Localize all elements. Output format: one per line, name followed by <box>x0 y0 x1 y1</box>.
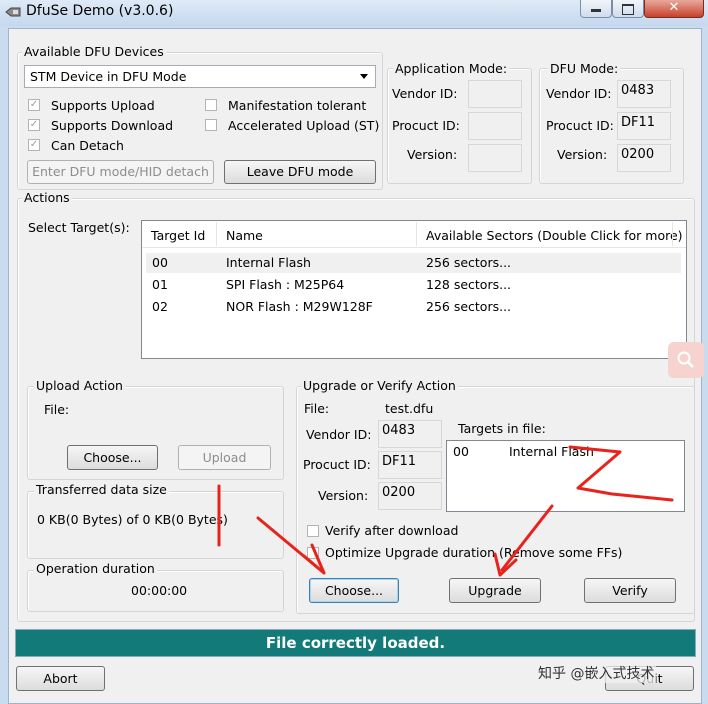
dfu-mode-label: DFU Mode: <box>548 61 621 76</box>
target-sectors-cell: 128 sectors... <box>426 277 512 292</box>
target-id-cell: 01 <box>152 277 168 292</box>
window-title: DfuSe Demo (v3.0.6) <box>26 3 174 19</box>
abort-button[interactable]: Abort <box>16 666 105 691</box>
enter-dfu-mode-button[interactable]: Enter DFU mode/HID detach <box>27 160 214 184</box>
upgrade-action-label: Upgrade or Verify Action <box>301 378 458 393</box>
upgrade-file-name: test.dfu <box>385 401 434 416</box>
supports-download-label: Supports Download <box>51 118 174 133</box>
dfu-product-id-label: Procuct ID: <box>546 118 614 133</box>
app-version-field <box>468 144 522 172</box>
optimize-upgrade-checkbox[interactable] <box>307 547 319 559</box>
maximize-button[interactable] <box>612 0 644 18</box>
duration-group-label: Operation duration <box>34 561 157 576</box>
targets-in-file-label: Targets in file: <box>456 421 548 436</box>
file-target-name: Internal Flash <box>509 444 594 459</box>
application-mode-label: Application Mode: <box>393 61 510 76</box>
dfu-version-label: Version: <box>557 147 608 162</box>
magnifier-button[interactable] <box>668 342 704 378</box>
device-select-value: STM Device in DFU Mode <box>30 69 187 84</box>
can-detach-label: Can Detach <box>51 138 124 153</box>
file-target-id: 00 <box>453 444 469 459</box>
dfu-devices-group-label: Available DFU Devices <box>22 44 166 59</box>
target-id-cell: 02 <box>152 299 168 314</box>
chevron-down-icon <box>360 74 368 79</box>
target-sectors-cell: 256 sectors... <box>426 255 512 270</box>
upload-file-label: File: <box>44 402 70 417</box>
app-product-id-field <box>468 112 522 140</box>
minimize-icon <box>591 9 601 12</box>
device-select[interactable]: STM Device in DFU Mode <box>24 65 376 88</box>
verify-after-download-checkbox[interactable] <box>307 525 319 537</box>
table-row[interactable]: 01 SPI Flash : M25P64 128 sectors... <box>146 275 681 295</box>
manifestation-tolerant-checkbox[interactable] <box>205 99 217 111</box>
usb-plug-icon <box>5 7 21 17</box>
verify-after-download-label: Verify after download <box>325 523 459 538</box>
close-icon: ✕ <box>668 0 680 15</box>
upgrade-product-id-field: DF11 <box>378 451 442 479</box>
upgrade-version-field: 0200 <box>378 482 442 510</box>
target-list[interactable]: Target Id Name Available Sectors (Double… <box>141 220 687 359</box>
column-name[interactable]: Name <box>226 228 263 243</box>
list-item[interactable]: 00 Internal Flash <box>450 443 680 461</box>
upgrade-button[interactable]: Upgrade <box>449 578 541 603</box>
verify-button[interactable]: Verify <box>584 578 676 603</box>
upload-button[interactable]: Upload <box>178 445 271 470</box>
dfu-product-id-field: DF11 <box>617 112 671 140</box>
upgrade-vendor-id-field: 0483 <box>378 420 442 448</box>
target-list-header: Target Id Name Available Sectors (Double… <box>142 221 686 248</box>
supports-upload-checkbox[interactable]: ✓ <box>28 99 40 111</box>
watermark: 知乎 @嵌入式技术 <box>536 663 657 683</box>
manifestation-tolerant-label: Manifestation tolerant <box>228 98 367 113</box>
target-sectors-cell: 256 sectors... <box>426 299 512 314</box>
upload-action-label: Upload Action <box>34 378 125 393</box>
accelerated-upload-checkbox[interactable] <box>205 119 217 131</box>
app-vendor-id-label: Vendor ID: <box>392 86 458 101</box>
target-name-cell: NOR Flash : M29W128F <box>226 299 373 314</box>
column-separator <box>672 222 673 246</box>
upgrade-version-label: Version: <box>318 488 369 503</box>
column-available-sectors[interactable]: Available Sectors (Double Click for more… <box>426 228 683 243</box>
optimize-upgrade-label: Optimize Upgrade duration (Remove some F… <box>325 545 623 560</box>
upgrade-product-id-label: Procuct ID: <box>303 457 371 472</box>
column-separator <box>416 222 417 246</box>
magnifier-icon <box>677 351 694 368</box>
app-version-label: Version: <box>407 147 458 162</box>
maximize-icon <box>622 4 634 15</box>
supports-upload-label: Supports Upload <box>51 98 155 113</box>
app-product-id-label: Procuct ID: <box>392 118 460 133</box>
table-row[interactable]: 00 Internal Flash 256 sectors... <box>146 253 681 273</box>
transfer-value: 0 KB(0 Bytes) of 0 KB(0 Bytes) <box>37 512 228 527</box>
select-target-label: Select Target(s): <box>28 220 130 235</box>
supports-download-checkbox[interactable]: ✓ <box>28 119 40 131</box>
upload-choose-button[interactable]: Choose... <box>67 445 158 470</box>
leave-dfu-mode-button[interactable]: Leave DFU mode <box>224 160 376 184</box>
accelerated-upload-label: Accelerated Upload (ST) <box>228 118 380 133</box>
upgrade-file-label: File: <box>304 401 330 416</box>
minimize-button[interactable] <box>580 0 612 18</box>
table-row[interactable]: 02 NOR Flash : M29W128F 256 sectors... <box>146 297 681 317</box>
dfu-version-field: 0200 <box>617 144 671 172</box>
target-name-cell: Internal Flash <box>226 255 311 270</box>
dfu-vendor-id-field: 0483 <box>617 80 671 108</box>
target-id-cell: 00 <box>152 255 168 270</box>
duration-value: 00:00:00 <box>131 583 188 598</box>
status-message: File correctly loaded. <box>15 629 696 657</box>
dfu-vendor-id-label: Vendor ID: <box>546 86 612 101</box>
can-detach-checkbox[interactable]: ✓ <box>28 139 40 151</box>
close-button[interactable]: ✕ <box>644 0 704 18</box>
targets-in-file-list[interactable]: 00 Internal Flash <box>446 440 685 512</box>
upgrade-vendor-id-label: Vendor ID: <box>306 427 372 442</box>
target-name-cell: SPI Flash : M25P64 <box>226 277 345 292</box>
column-target-id[interactable]: Target Id <box>151 228 205 243</box>
upgrade-choose-button[interactable]: Choose... <box>309 578 399 603</box>
transfer-group-label: Transferred data size <box>34 482 169 497</box>
column-separator <box>216 222 217 246</box>
actions-group-label: Actions <box>22 190 72 205</box>
app-vendor-id-field <box>468 80 522 108</box>
